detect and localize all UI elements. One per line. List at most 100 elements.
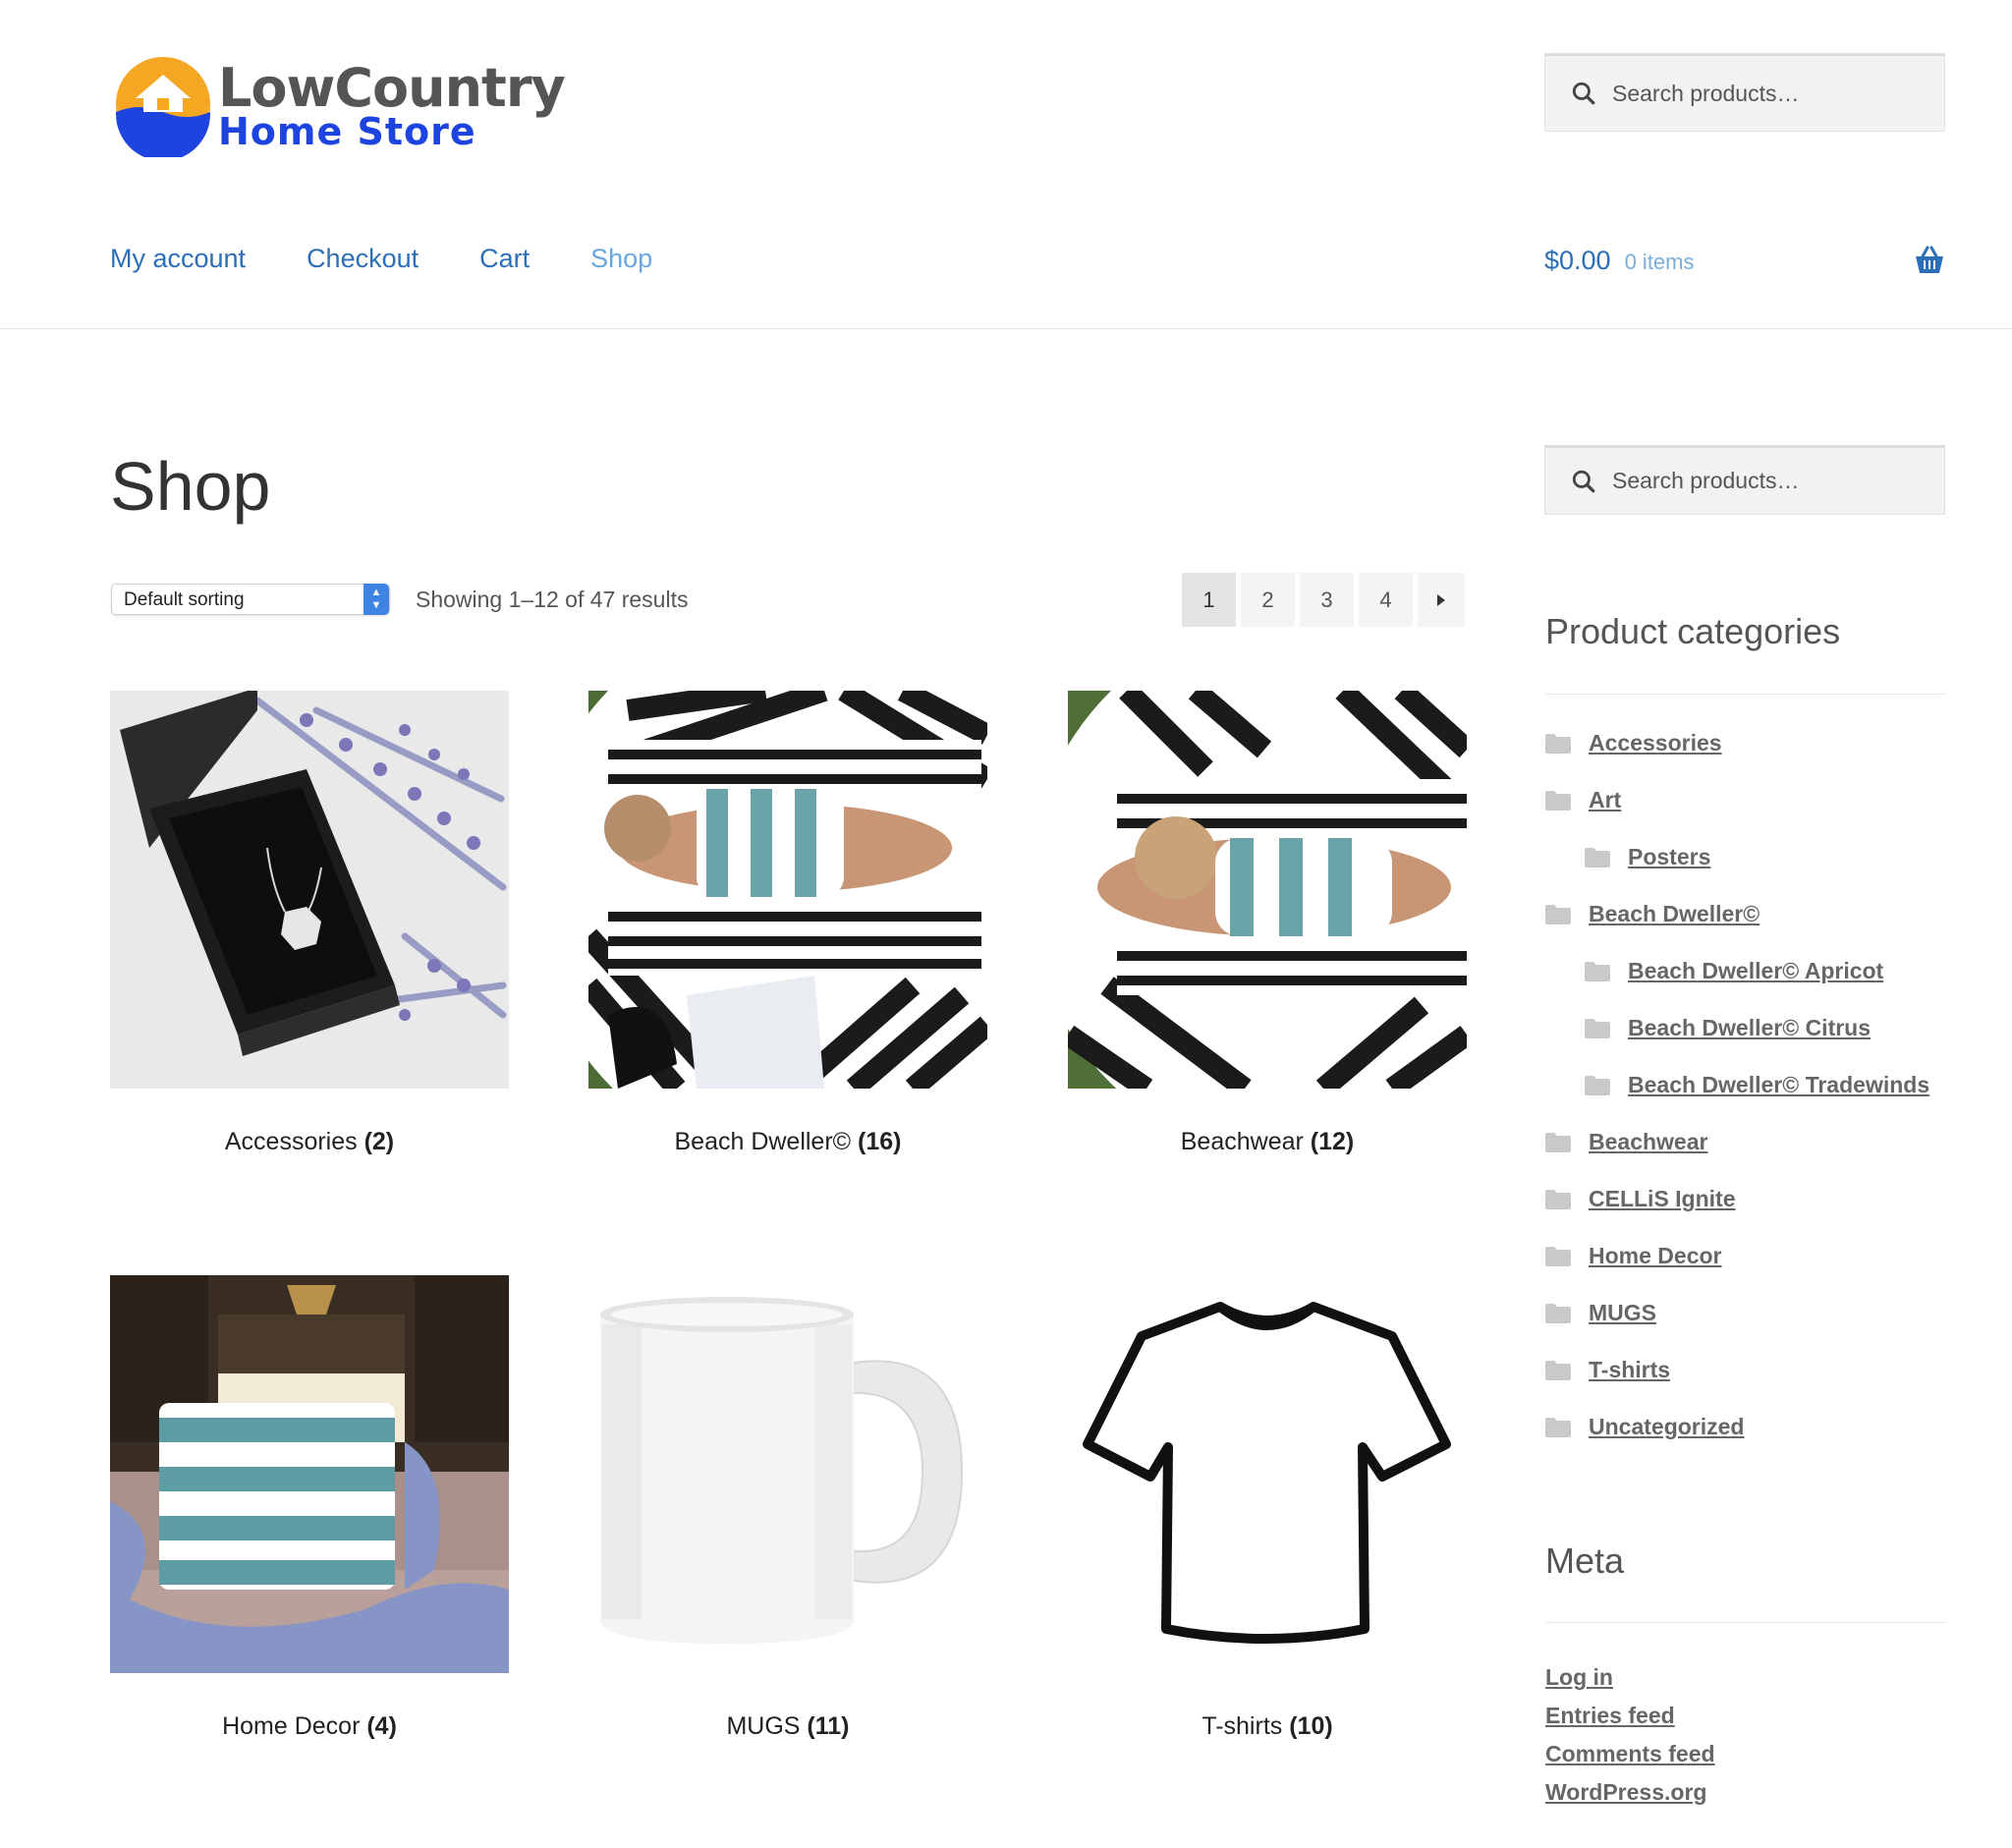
category-caption[interactable]: T-shirts (10) xyxy=(1068,1712,1467,1741)
nav-shop[interactable]: Shop xyxy=(590,244,652,274)
category-name: Beachwear xyxy=(1180,1128,1304,1155)
category-card-home-decor[interactable]: Home Decor (4) xyxy=(110,1275,509,1741)
category-image-home-decor[interactable] xyxy=(110,1275,509,1673)
category-card-accessories[interactable]: Accessories (2) xyxy=(110,691,509,1156)
category-card-mugs[interactable]: MUGS (11) xyxy=(588,1275,987,1741)
search-icon xyxy=(1572,470,1595,492)
category-image-beachwear[interactable] xyxy=(1068,691,1467,1089)
cart-amount: $0.00 xyxy=(1544,246,1611,275)
category-image-beach-dweller[interactable] xyxy=(588,691,987,1089)
category-caption[interactable]: Beach Dweller© (16) xyxy=(588,1128,987,1156)
category-count: (2) xyxy=(363,1128,395,1155)
category-count: (11) xyxy=(807,1712,850,1740)
header-divider xyxy=(0,328,2012,329)
folder-icon xyxy=(1545,1189,1571,1209)
sidebar-item-art: Art xyxy=(1545,787,1621,813)
search-icon xyxy=(1572,82,1595,105)
category-link[interactable]: Beach Dweller© xyxy=(1589,901,1760,927)
sidebar-item-beach-dweller-citrus: Beach Dweller© Citrus xyxy=(1585,1015,1871,1041)
category-count: (12) xyxy=(1310,1128,1355,1155)
category-link[interactable]: Beach Dweller© Tradewinds xyxy=(1628,1072,1929,1098)
category-link[interactable]: Home Decor xyxy=(1589,1243,1721,1269)
category-count: (16) xyxy=(858,1128,902,1155)
main-navigation: My account Checkout Cart Shop xyxy=(110,244,652,274)
folder-icon xyxy=(1545,1303,1571,1323)
category-name: Beach Dweller© xyxy=(674,1128,852,1155)
category-link[interactable]: T-shirts xyxy=(1589,1357,1670,1383)
category-link[interactable]: CELLiS Ignite xyxy=(1589,1186,1736,1212)
category-name: Accessories xyxy=(224,1128,358,1155)
result-count: Showing 1–12 of 47 results xyxy=(416,587,689,612)
sidebar-item-t-shirts: T-shirts xyxy=(1545,1357,1670,1383)
meta-log-in-link[interactable]: Log in xyxy=(1545,1664,1613,1691)
site-logo[interactable]: LowCountry Home Store xyxy=(114,53,566,161)
pagination: 1 2 3 4 xyxy=(1182,573,1465,627)
category-link[interactable]: Posters xyxy=(1628,844,1710,870)
category-caption[interactable]: Accessories (2) xyxy=(110,1128,509,1156)
category-count: (4) xyxy=(366,1712,397,1740)
page-title: Shop xyxy=(110,448,271,525)
category-link[interactable]: Beach Dweller© Citrus xyxy=(1628,1015,1871,1041)
cart-summary[interactable]: $0.00 0 items xyxy=(1544,246,1695,276)
category-link[interactable]: Accessories xyxy=(1589,730,1722,756)
category-caption[interactable]: Home Decor (4) xyxy=(110,1712,509,1741)
page-1-button[interactable]: 1 xyxy=(1182,573,1236,627)
category-link[interactable]: Art xyxy=(1589,787,1621,813)
folder-icon xyxy=(1585,847,1610,868)
category-link[interactable]: Beachwear xyxy=(1589,1129,1707,1155)
meta-wordpress-link[interactable]: WordPress.org xyxy=(1545,1779,1706,1806)
category-link[interactable]: MUGS xyxy=(1589,1300,1656,1326)
basket-icon[interactable] xyxy=(1913,246,1946,275)
category-caption[interactable]: Beachwear (12) xyxy=(1068,1128,1467,1156)
meta-divider xyxy=(1545,1622,1945,1623)
nav-cart[interactable]: Cart xyxy=(479,244,530,274)
nav-my-account[interactable]: My account xyxy=(110,244,246,274)
sidebar-item-cellis-ignite: CELLiS Ignite xyxy=(1545,1186,1736,1212)
folder-icon xyxy=(1545,790,1571,811)
category-card-beachwear[interactable]: Beachwear (12) xyxy=(1068,691,1467,1156)
category-card-beach-dweller[interactable]: Beach Dweller© (16) xyxy=(588,691,987,1156)
page-3-button[interactable]: 3 xyxy=(1300,573,1354,627)
sidebar-item-accessories: Accessories xyxy=(1545,730,1722,756)
next-page-button[interactable] xyxy=(1418,573,1465,627)
sidebar-item-posters: Posters xyxy=(1585,844,1710,870)
page-4-button[interactable]: 4 xyxy=(1359,573,1413,627)
sidebar-item-beach-dweller: Beach Dweller© xyxy=(1545,901,1760,927)
category-image-t-shirts[interactable] xyxy=(1068,1275,1467,1673)
header-search xyxy=(1544,53,1945,132)
sidebar-item-uncategorized: Uncategorized xyxy=(1545,1414,1744,1440)
category-caption[interactable]: MUGS (11) xyxy=(588,1712,987,1741)
folder-icon xyxy=(1545,1360,1571,1380)
category-name: T-shirts xyxy=(1202,1712,1283,1740)
page-2-button[interactable]: 2 xyxy=(1241,573,1295,627)
categories-divider xyxy=(1545,694,1945,695)
header-search-input[interactable] xyxy=(1612,80,1927,107)
house-logo-icon xyxy=(116,57,210,157)
meta-entries-feed-link[interactable]: Entries feed xyxy=(1545,1703,1675,1729)
meta-comments-feed-link[interactable]: Comments feed xyxy=(1545,1741,1715,1767)
sidebar-item-beach-dweller-apricot: Beach Dweller© Apricot xyxy=(1585,958,1883,984)
sidebar-item-beachwear: Beachwear xyxy=(1545,1129,1707,1155)
folder-icon xyxy=(1545,733,1571,754)
category-link[interactable]: Uncategorized xyxy=(1589,1414,1744,1440)
meta-title: Meta xyxy=(1545,1540,1625,1581)
category-link[interactable]: Beach Dweller© Apricot xyxy=(1628,958,1883,984)
category-name: Home Decor xyxy=(222,1712,361,1740)
folder-icon xyxy=(1545,904,1571,924)
folder-icon xyxy=(1545,1417,1571,1437)
sidebar-search xyxy=(1544,445,1945,515)
sidebar-item-mugs: MUGS xyxy=(1545,1300,1656,1326)
product-categories-title: Product categories xyxy=(1545,611,1841,651)
nav-checkout[interactable]: Checkout xyxy=(307,244,419,274)
cart-item-count: 0 items xyxy=(1624,250,1695,274)
category-count: (10) xyxy=(1289,1712,1333,1740)
sorting-selected-value: Default sorting xyxy=(124,589,245,610)
sidebar-item-beach-dweller-tradewinds: Beach Dweller© Tradewinds xyxy=(1585,1072,1929,1098)
sorting-select[interactable]: Default sorting ▲ ▼ xyxy=(111,584,390,615)
category-card-t-shirts[interactable]: T-shirts (10) xyxy=(1068,1275,1467,1741)
sidebar-search-input[interactable] xyxy=(1612,468,1927,494)
category-name: MUGS xyxy=(726,1712,801,1740)
folder-icon xyxy=(1585,961,1610,981)
category-image-mugs[interactable] xyxy=(588,1275,987,1673)
category-image-accessories[interactable] xyxy=(110,691,509,1089)
